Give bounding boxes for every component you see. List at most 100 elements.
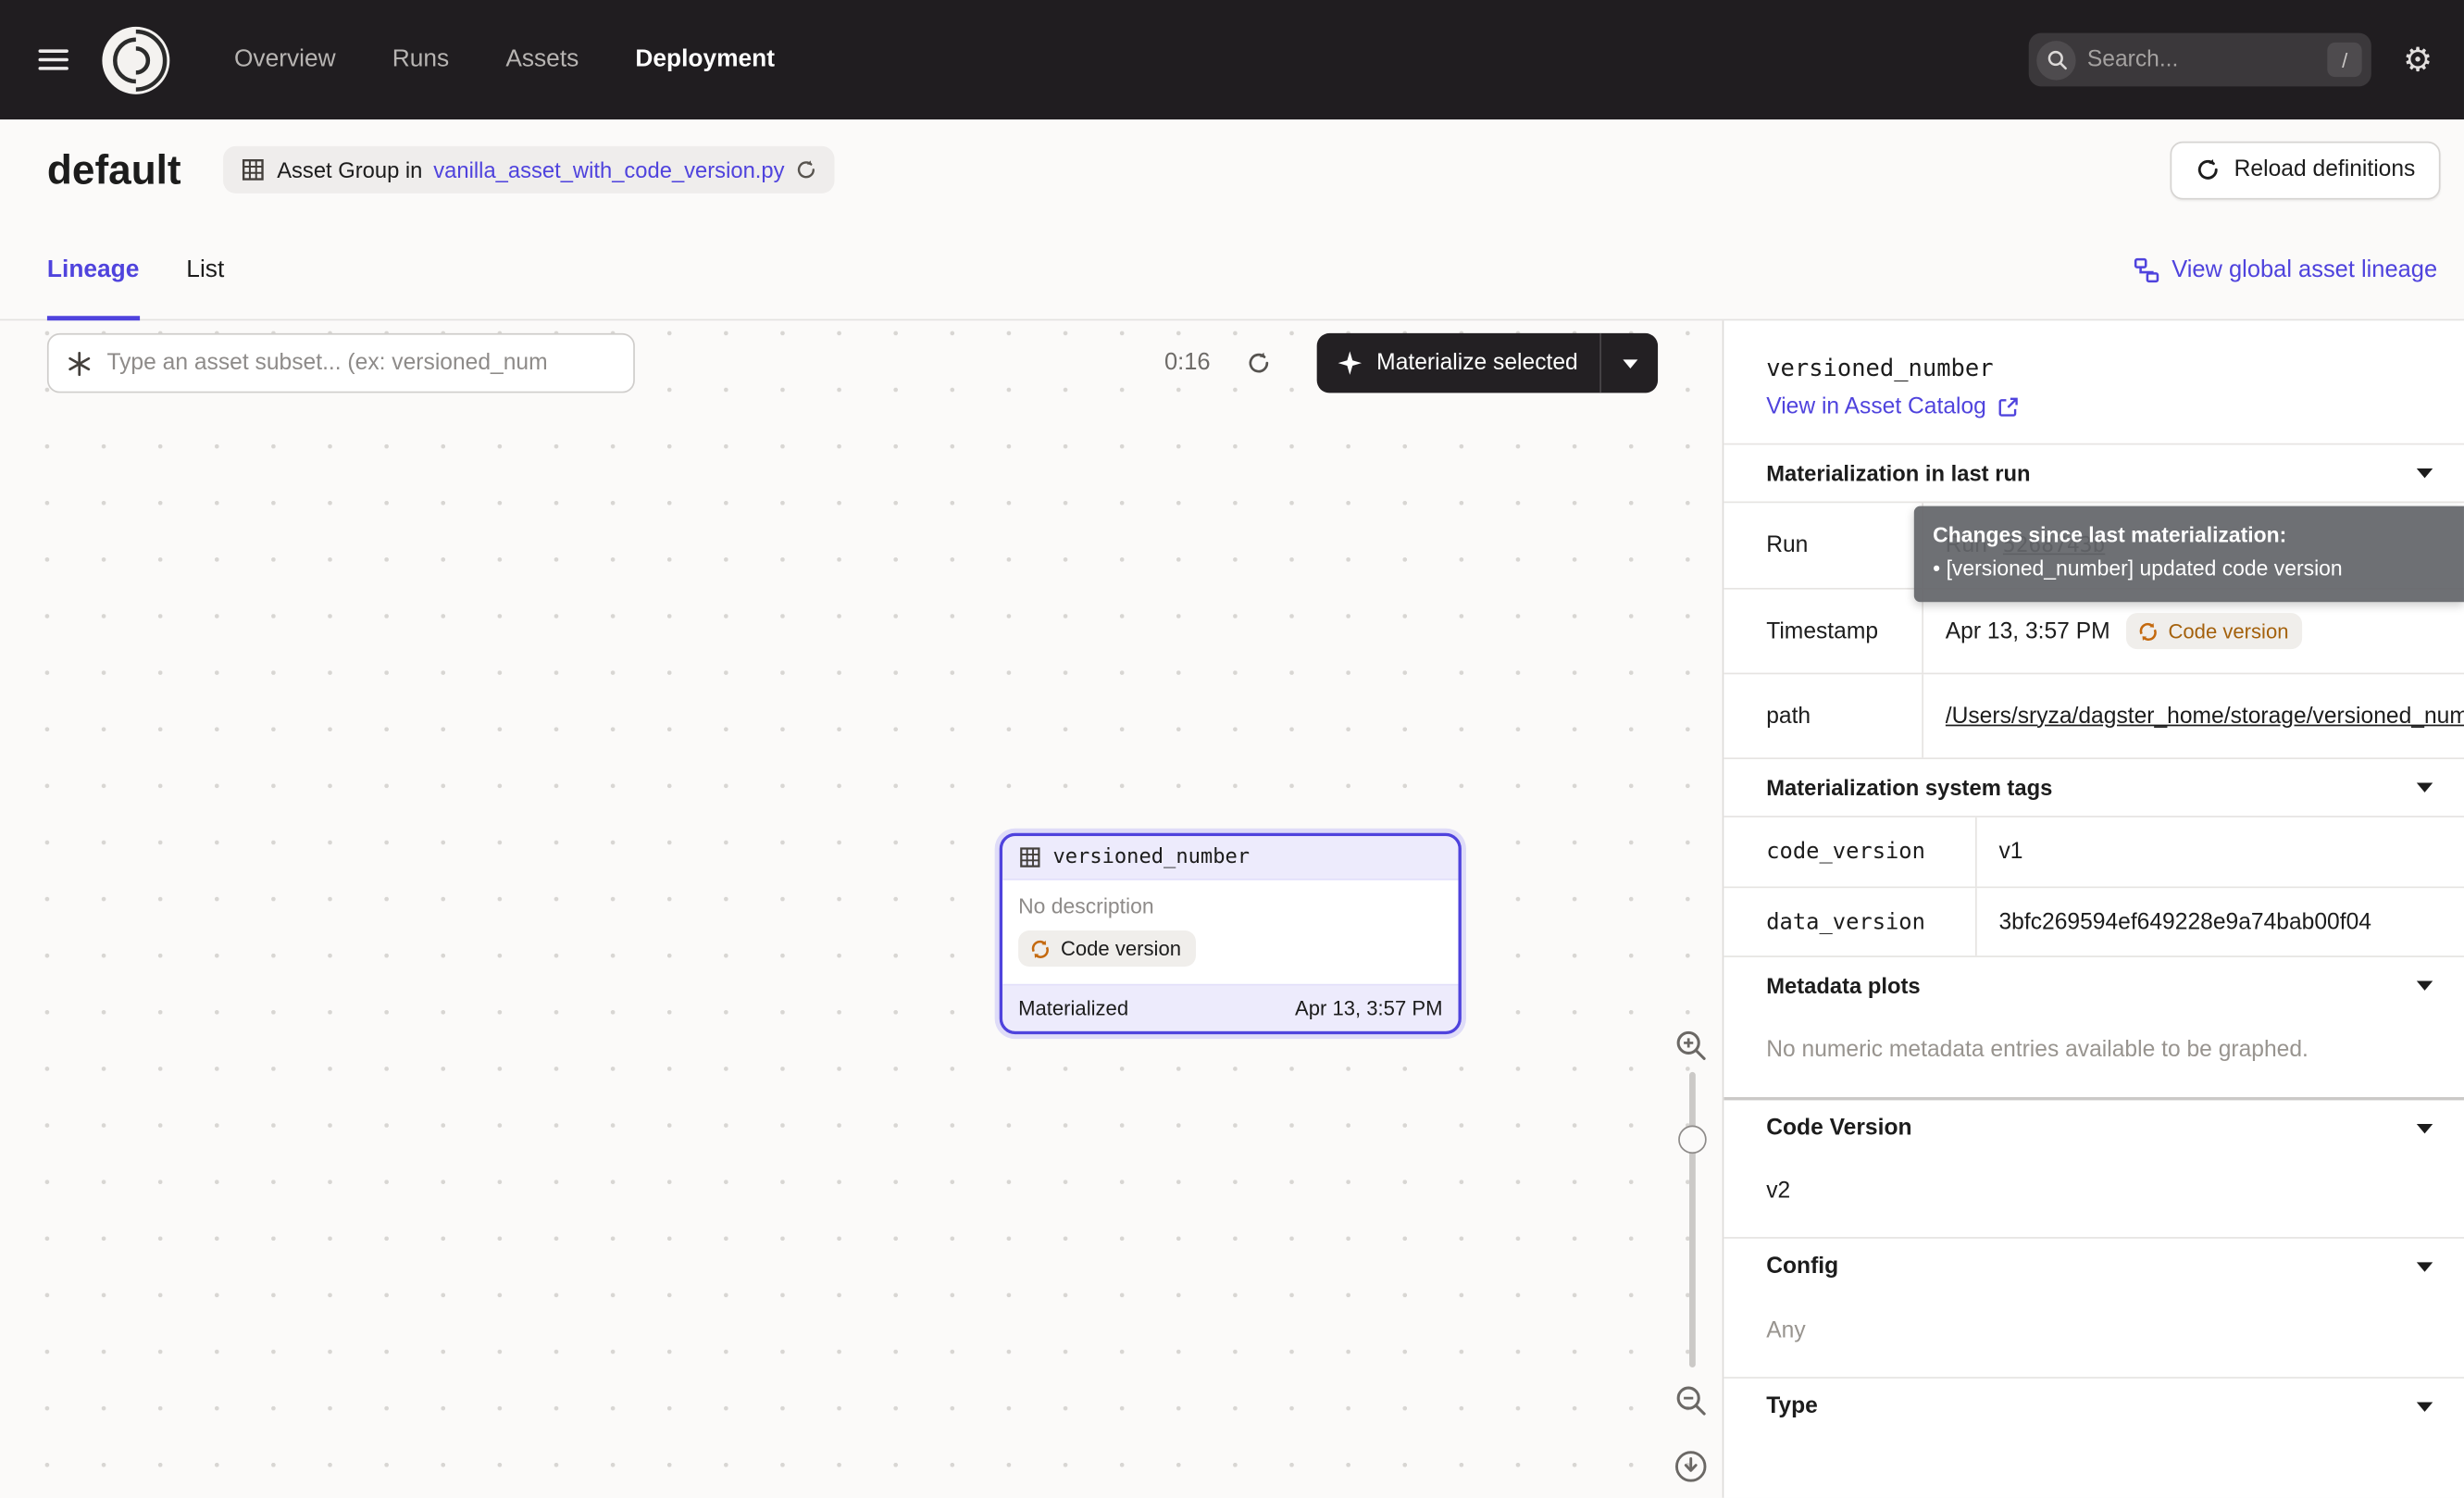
section-code-version[interactable]: Code Version <box>1724 1097 2464 1155</box>
tab-lineage[interactable]: Lineage <box>47 220 139 319</box>
asset-node-name: versioned_number <box>1052 845 1250 868</box>
code-version-chip-label: Code version <box>2168 619 2288 643</box>
collapse-chevron-icon[interactable] <box>2412 1118 2437 1137</box>
asset-subset-input[interactable] <box>106 351 616 376</box>
asset-node-description: No description <box>1018 894 1442 918</box>
page-header: default Asset Group in vanilla_asset_wit… <box>0 119 2464 220</box>
row-value: 3bfc269594ef649228e9a74bab00f04 <box>1977 888 2464 955</box>
materialized-status-label: Materialized <box>1018 995 1128 1018</box>
section-title: Materialization in last run <box>1766 460 2030 485</box>
lineage-graph-icon <box>2134 257 2159 282</box>
path-link[interactable]: /Users/sryza/dagster_home/storage/versio… <box>1946 704 2464 729</box>
collapse-chevron-icon[interactable] <box>2412 976 2437 994</box>
global-search[interactable]: / <box>2029 33 2371 87</box>
asset-group-grid-icon <box>241 157 266 182</box>
asset-subset-filter[interactable] <box>47 333 635 393</box>
refresh-icon <box>2195 157 2220 182</box>
materialize-selected-label: Materialize selected <box>1376 351 1578 376</box>
code-version-chip-label: Code version <box>1061 937 1181 960</box>
materialize-selected-button[interactable]: Materialize selected <box>1317 333 1600 393</box>
collapse-chevron-icon[interactable] <box>2412 1257 2437 1276</box>
search-shortcut-badge: / <box>2328 43 2362 77</box>
refresh-now-icon[interactable] <box>1246 351 1271 376</box>
code-version-value: v1 <box>1998 840 2022 865</box>
tab-list[interactable]: List <box>186 220 224 319</box>
tooltip-item: • [versioned_number] updated code versio… <box>1933 553 2445 586</box>
section-metadata-plots[interactable]: Metadata plots <box>1724 955 2464 1014</box>
zoom-slider-track[interactable] <box>1689 1072 1696 1367</box>
metadata-plots-empty-text: No numeric metadata entries available to… <box>1766 1037 2421 1062</box>
view-global-asset-lineage-link[interactable]: View global asset lineage <box>2134 256 2437 283</box>
section-title: Metadata plots <box>1766 973 1920 998</box>
code-version-chip: Code version <box>1018 930 1195 967</box>
zoom-in-icon[interactable] <box>1674 1028 1708 1062</box>
materialize-options-dropdown[interactable] <box>1601 333 1658 393</box>
asset-group-badge-text: Asset Group in <box>277 157 422 182</box>
nav-assets[interactable]: Assets <box>505 45 579 74</box>
system-tags-table: code_version v1 data_version 3bfc269594e… <box>1724 816 2464 955</box>
dagster-logo[interactable] <box>101 24 171 94</box>
materialize-selected-button-group: Materialize selected <box>1317 333 1659 393</box>
section-type[interactable]: Type <box>1724 1377 2464 1435</box>
row-value: v1 <box>1977 818 2464 887</box>
code-version-chip: Code version <box>2126 613 2303 649</box>
section-title: Type <box>1766 1394 1818 1419</box>
row-label: data_version <box>1724 888 1976 955</box>
table-row-code-version: code_version v1 <box>1724 818 2464 887</box>
app-viewport: Overview Runs Assets Deployment / ⚙ defa… <box>0 0 2464 1498</box>
search-input[interactable] <box>2087 47 2317 72</box>
lineage-graph-canvas[interactable]: 0:16 Materialize selected <box>0 320 1724 1498</box>
collapse-chevron-icon[interactable] <box>2412 778 2437 796</box>
row-value: /Users/sryza/dagster_home/storage/versio… <box>1923 674 2464 757</box>
section-config[interactable]: Config <box>1724 1237 2464 1295</box>
asset-node-versioned-number[interactable]: versioned_number No description Code ver… <box>1000 833 1462 1033</box>
code-version-sync-icon <box>2137 620 2159 643</box>
catalog-link-label: View in Asset Catalog <box>1766 394 1986 419</box>
view-tabs: Lineage List View global asset lineage <box>0 220 2464 321</box>
main-content: 0:16 Materialize selected <box>0 320 2464 1498</box>
row-label: code_version <box>1724 818 1976 887</box>
page-title: default <box>47 145 181 194</box>
changes-tooltip: Changes since last materialization: • [v… <box>1914 506 2464 602</box>
section-materialization-in-last-run[interactable]: Materialization in last run <box>1724 443 2464 502</box>
asset-details-panel: versioned_number View in Asset Catalog M… <box>1724 320 2464 1498</box>
reload-file-icon[interactable] <box>795 158 817 181</box>
sparkle-icon <box>1338 351 1363 376</box>
menu-icon[interactable] <box>22 29 85 92</box>
nav-runs[interactable]: Runs <box>392 45 449 74</box>
search-icon <box>2037 40 2076 79</box>
nav-overview[interactable]: Overview <box>234 45 336 74</box>
view-in-asset-catalog-link[interactable]: View in Asset Catalog <box>1766 394 2019 419</box>
external-link-icon <box>1997 396 2020 418</box>
code-file-link[interactable]: vanilla_asset_with_code_version.py <box>433 157 784 182</box>
config-value: Any <box>1766 1318 2421 1343</box>
row-label: Run <box>1724 503 1923 588</box>
download-image-icon[interactable] <box>1674 1449 1708 1483</box>
primary-nav: Overview Runs Assets Deployment <box>234 45 775 74</box>
code-version-current-value: v2 <box>1766 1179 2421 1204</box>
collapse-chevron-icon[interactable] <box>2412 464 2437 482</box>
asset-title: versioned_number <box>1766 354 2421 382</box>
section-materialization-system-tags[interactable]: Materialization system tags <box>1724 757 2464 816</box>
row-label: Timestamp <box>1724 590 1923 673</box>
section-title: Code Version <box>1766 1116 1911 1141</box>
op-asterisk-icon <box>66 350 93 377</box>
row-label: path <box>1724 674 1923 757</box>
section-title: Materialization system tags <box>1766 775 2052 800</box>
zoom-slider-handle[interactable] <box>1678 1126 1707 1155</box>
asset-node-header: versioned_number <box>1002 836 1458 879</box>
asset-table-icon <box>1018 845 1041 868</box>
settings-gear-icon[interactable]: ⚙ <box>2403 44 2433 77</box>
zoom-out-icon[interactable] <box>1674 1383 1708 1417</box>
nav-deployment[interactable]: Deployment <box>635 45 775 74</box>
asset-node-body: No description Code version <box>1002 879 1458 985</box>
collapse-chevron-icon[interactable] <box>2412 1397 2437 1416</box>
chevron-down-icon <box>1621 357 1638 368</box>
reload-definitions-button[interactable]: Reload definitions <box>2170 141 2440 199</box>
code-version-sync-icon <box>1029 938 1052 960</box>
table-row-path: path /Users/sryza/dagster_home/storage/v… <box>1724 673 2464 758</box>
timestamp-value: Apr 13, 3:57 PM <box>1946 618 2110 643</box>
materialized-timestamp: Apr 13, 3:57 PM <box>1295 995 1443 1018</box>
global-lineage-label: View global asset lineage <box>2172 256 2437 283</box>
section-title: Config <box>1766 1255 1838 1280</box>
